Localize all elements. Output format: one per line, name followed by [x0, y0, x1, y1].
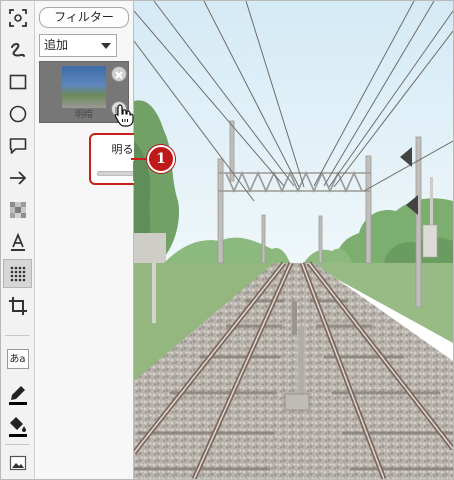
remove-filter-button[interactable] [111, 66, 127, 82]
image-icon[interactable] [3, 448, 32, 477]
font-icon[interactable]: あa [3, 344, 32, 373]
arrow-icon[interactable] [3, 163, 32, 192]
freehand-icon[interactable] [3, 35, 32, 64]
filter-button[interactable]: フィルター [39, 7, 129, 28]
filter-thumbnail [62, 66, 106, 108]
close-icon [115, 71, 123, 79]
railway-photo [134, 1, 453, 479]
pen-color-icon[interactable] [3, 379, 32, 408]
mode-select[interactable]: 追加 [39, 34, 117, 57]
crop-icon[interactable] [3, 291, 32, 320]
filter-panel: フィルター 追加 明暗 明るさ [35, 1, 167, 479]
step-number-badge: 1 [147, 145, 175, 173]
select-area-icon[interactable] [3, 3, 32, 32]
mode-select-value: 追加 [44, 38, 69, 52]
toolbar-divider [5, 335, 30, 336]
rectangle-icon[interactable] [3, 67, 32, 96]
tool-bar: あa [1, 1, 35, 479]
hand-pointer-icon [114, 104, 134, 127]
toolbar-divider-2 [5, 444, 30, 445]
photo-canvas[interactable] [134, 1, 453, 479]
font-tool-label: あa [6, 348, 29, 369]
chevron-down-icon [101, 43, 111, 49]
fill-color-icon[interactable] [3, 411, 32, 440]
mosaic-icon[interactable] [3, 195, 32, 224]
speech-bubble-icon[interactable] [3, 131, 32, 160]
text-icon[interactable] [3, 227, 32, 256]
filter-icon[interactable] [3, 259, 32, 288]
ellipse-icon[interactable] [3, 99, 32, 128]
